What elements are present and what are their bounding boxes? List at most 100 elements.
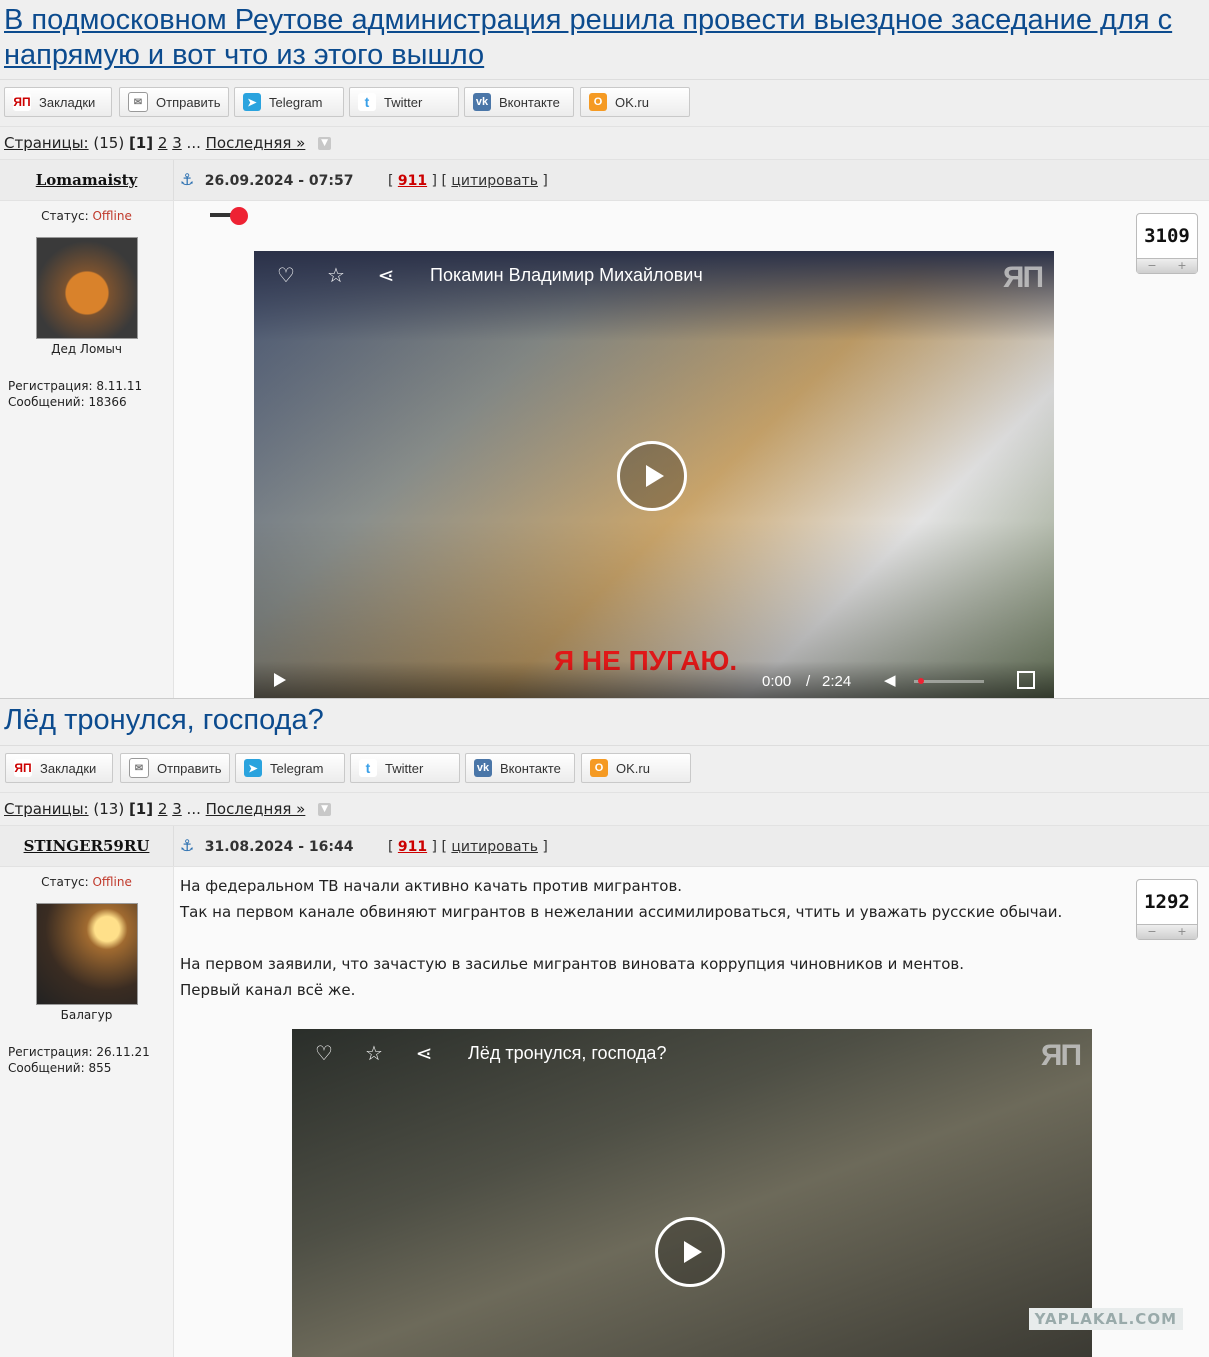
post-date: 31.08.2024 - 16:44 bbox=[204, 839, 354, 855]
ok-icon: О bbox=[589, 93, 607, 111]
registration-date: Регистрация: 26.11.21 bbox=[8, 1045, 150, 1059]
mail-icon: ✉ bbox=[128, 92, 148, 112]
pages-count: (13) bbox=[93, 800, 125, 818]
share-label: Вконтакте bbox=[500, 760, 561, 776]
post-number-link[interactable]: 911 bbox=[398, 173, 427, 189]
share-label: Отправить bbox=[156, 94, 221, 110]
last-page-link[interactable]: Последняя » bbox=[206, 134, 306, 152]
volume-icon[interactable]: ◀ bbox=[884, 671, 896, 689]
post-content: На федеральном ТВ начали активно качать … bbox=[174, 867, 1209, 1357]
mail-icon: ✉ bbox=[129, 758, 149, 778]
avatar[interactable] bbox=[35, 237, 138, 339]
video-player[interactable]: Я НЕ ПУГАЮ. ♡ ☆ ⋖ Покамин Владимир Михай… bbox=[254, 251, 1054, 701]
minus-button[interactable]: − bbox=[1147, 259, 1156, 273]
share-ok-button[interactable]: О OK.ru bbox=[580, 87, 690, 117]
fullscreen-icon[interactable] bbox=[1017, 671, 1035, 689]
time-current: 0:00 bbox=[762, 673, 792, 690]
share-send-button[interactable]: ✉ Отправить bbox=[120, 753, 230, 783]
author-stats: Регистрация: 8.11.11 Сообщений: 18366 bbox=[0, 378, 173, 410]
post-rating: 1292 − + bbox=[1136, 879, 1198, 940]
current-page: [1] bbox=[128, 800, 154, 818]
video-player[interactable]: ♡ ☆ ⋖ Лёд тронулся, господа? ЯП bbox=[292, 1029, 1092, 1357]
share-label: Twitter bbox=[384, 94, 423, 110]
share-label: Отправить bbox=[157, 760, 222, 776]
topic-title-bar: В подмосковном Реутове администрация реш… bbox=[0, 0, 1209, 80]
share-label: Telegram bbox=[269, 94, 323, 110]
quote-link[interactable]: цитировать bbox=[451, 839, 538, 855]
rating-controls: − + bbox=[1137, 924, 1197, 939]
telegram-icon: ➤ bbox=[244, 759, 262, 777]
pages-label-link[interactable]: Страницы: bbox=[4, 800, 89, 818]
quote-link[interactable]: цитировать bbox=[451, 173, 538, 189]
star-icon[interactable]: ☆ bbox=[322, 261, 350, 289]
share-ok-button[interactable]: О OK.ru bbox=[581, 753, 691, 783]
star-icon[interactable]: ☆ bbox=[360, 1039, 388, 1067]
play-icon bbox=[684, 1241, 702, 1263]
share-label: Закладки bbox=[39, 94, 96, 110]
share-telegram-button[interactable]: ➤ Telegram bbox=[235, 753, 345, 783]
author-status: Статус: Offline bbox=[0, 209, 173, 223]
dropdown-arrow-icon[interactable]: ▼ bbox=[318, 137, 332, 150]
post-header: STINGER59RU ⚓ 31.08.2024 - 16:44 [ 911 ]… bbox=[0, 825, 1209, 867]
yp-bookmark-icon: ЯП bbox=[14, 759, 32, 777]
post-meta: ⚓ 26.09.2024 - 07:57 [ 911 ] [ цитироват… bbox=[180, 170, 548, 189]
share-label: OK.ru bbox=[616, 760, 650, 776]
yp-logo-icon: ЯП bbox=[1040, 1039, 1082, 1072]
play-small-icon[interactable] bbox=[274, 673, 286, 687]
pages-ellipsis: ... bbox=[186, 800, 201, 818]
last-page-link[interactable]: Последняя » bbox=[206, 800, 306, 818]
share-vk-button[interactable]: vk Вконтакте bbox=[465, 753, 575, 783]
anchor-icon[interactable]: ⚓ bbox=[180, 170, 194, 189]
page-link-3[interactable]: 3 bbox=[172, 800, 182, 818]
rating-value: 1292 bbox=[1144, 891, 1190, 913]
twitter-icon: t bbox=[358, 93, 376, 111]
share-row: ЯП Закладки ✉ Отправить ➤ Telegram t Twitter… bbox=[0, 80, 1209, 127]
rank-icon bbox=[210, 207, 248, 225]
topic-1: В подмосковном Реутове администрация реш… bbox=[0, 0, 1209, 701]
share-bookmarks-button[interactable]: ЯП Закладки bbox=[5, 753, 113, 783]
heart-icon[interactable]: ♡ bbox=[272, 261, 300, 289]
vk-icon: vk bbox=[473, 93, 491, 111]
share-row: ЯП Закладки ✉ Отправить ➤ Telegram t Twitter… bbox=[0, 746, 1209, 793]
page-link-2[interactable]: 2 bbox=[158, 800, 168, 818]
ok-icon: О bbox=[590, 759, 608, 777]
current-page: [1] bbox=[128, 134, 154, 152]
page-link-3[interactable]: 3 bbox=[172, 134, 182, 152]
page-link-2[interactable]: 2 bbox=[158, 134, 168, 152]
share-send-button[interactable]: ✉ Отправить bbox=[119, 87, 229, 117]
share-bookmarks-button[interactable]: ЯП Закладки bbox=[4, 87, 112, 117]
share-twitter-button[interactable]: t Twitter bbox=[350, 753, 460, 783]
post-meta: ⚓ 31.08.2024 - 16:44 [ 911 ] [ цитироват… bbox=[180, 836, 548, 855]
share-label: Telegram bbox=[270, 760, 324, 776]
share-vk-button[interactable]: vk Вконтакте bbox=[464, 87, 574, 117]
post-author: Lomamaisty bbox=[0, 160, 174, 200]
post-rating: 3109 − + bbox=[1136, 213, 1198, 274]
rating-controls: − + bbox=[1137, 258, 1197, 273]
pages-label-link[interactable]: Страницы: bbox=[4, 134, 89, 152]
status-label: Статус: bbox=[41, 209, 89, 223]
plus-button[interactable]: + bbox=[1177, 925, 1186, 939]
share-twitter-button[interactable]: t Twitter bbox=[349, 87, 459, 117]
author-stats: Регистрация: 26.11.21 Сообщений: 855 bbox=[0, 1044, 173, 1076]
post-number-link[interactable]: 911 bbox=[398, 839, 427, 855]
dropdown-arrow-icon[interactable]: ▼ bbox=[318, 803, 332, 816]
status-label: Статус: bbox=[41, 875, 89, 889]
anchor-icon[interactable]: ⚓ bbox=[180, 836, 194, 855]
heart-icon[interactable]: ♡ bbox=[310, 1039, 338, 1067]
topic-2: Лёд тронулся, господа? ЯП Закладки ✉ Отпра… bbox=[0, 698, 1209, 1357]
share-icon[interactable]: ⋖ bbox=[410, 1039, 438, 1067]
volume-slider[interactable] bbox=[914, 678, 984, 684]
author-link[interactable]: STINGER59RU bbox=[24, 837, 150, 855]
topic-title-link[interactable]: В подмосковном Реутове администрация реш… bbox=[0, 0, 1209, 79]
pagination: Страницы: (13) [1] 2 3 ... Последняя » ▼ bbox=[0, 793, 1209, 825]
plus-button[interactable]: + bbox=[1177, 259, 1186, 273]
share-telegram-button[interactable]: ➤ Telegram bbox=[234, 87, 344, 117]
play-button[interactable] bbox=[655, 1217, 725, 1287]
play-button[interactable] bbox=[617, 441, 687, 511]
minus-button[interactable]: − bbox=[1147, 925, 1156, 939]
avatar[interactable] bbox=[35, 903, 138, 1005]
author-link[interactable]: Lomamaisty bbox=[36, 171, 138, 189]
time-separator: / bbox=[806, 673, 811, 690]
author-panel: Статус: Offline Дед Ломыч Регистрация: 8… bbox=[0, 201, 174, 701]
share-icon[interactable]: ⋖ bbox=[372, 261, 400, 289]
